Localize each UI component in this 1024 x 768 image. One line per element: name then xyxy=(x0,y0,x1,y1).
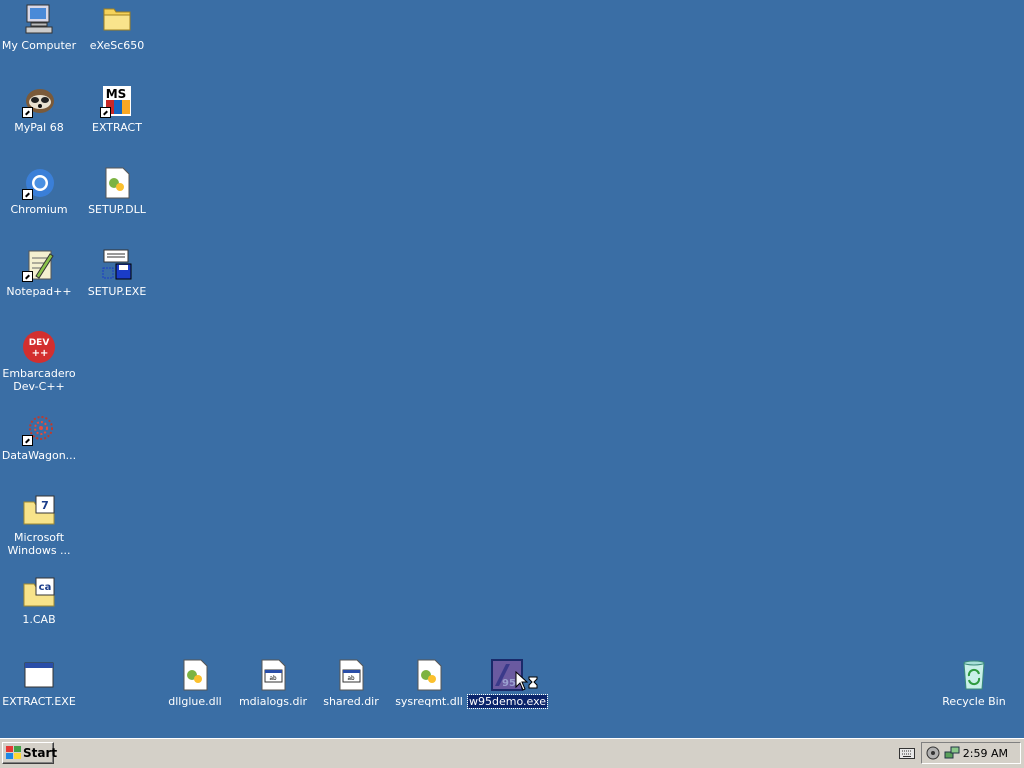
desktop-icon-label: Notepad++ xyxy=(6,285,72,298)
dll-file-icon xyxy=(100,166,134,200)
desktop-icon-dllglue[interactable]: dllglue.dll xyxy=(156,658,234,708)
dir-file-icon: ab xyxy=(256,658,290,692)
desktop-icon-microsoft-windows[interactable]: 7 Microsoft Windows ... xyxy=(0,494,78,557)
desktop-icon-sysreqmt[interactable]: sysreqmt.dll xyxy=(390,658,468,708)
dll-file-icon xyxy=(178,658,212,692)
busy-cursor-icon xyxy=(515,670,541,696)
keyboard-icon[interactable] xyxy=(899,748,915,762)
desktop-icon-setup-dll[interactable]: SETUP.DLL xyxy=(78,166,156,216)
desktop-icon-mypal[interactable]: MyPal 68 xyxy=(0,84,78,134)
datawagon-icon xyxy=(22,412,56,446)
desktop-icon-label: EXTRACT xyxy=(92,121,142,134)
exe-window-icon xyxy=(22,658,56,692)
svg-text:MS: MS xyxy=(106,87,127,101)
system-tray: 2:59 AM xyxy=(921,742,1021,764)
desktop-icon-my-computer[interactable]: My Computer xyxy=(0,2,78,52)
folder-icon xyxy=(100,2,134,36)
svg-text:95: 95 xyxy=(502,678,516,689)
desktop-icon-label: Embarcadero Dev-C++ xyxy=(2,367,76,393)
desktop-icon-1-cab[interactable]: ca 1.CAB xyxy=(0,576,78,626)
dev-cpp-icon: DEV ++ xyxy=(22,330,56,364)
shortcut-arrow-icon xyxy=(100,107,111,118)
extract-ms-icon: MS xyxy=(100,84,134,118)
desktop-icon-label: DataWagon... xyxy=(1,449,77,462)
desktop-icon-label: mdialogs.dir xyxy=(238,695,308,708)
windows-flag-icon xyxy=(6,746,21,766)
desktop-icon-label: shared.dir xyxy=(323,695,379,708)
mypal-icon xyxy=(22,84,56,118)
desktop-icon-datawagon[interactable]: DataWagon... xyxy=(0,412,78,462)
svg-text:ca: ca xyxy=(39,582,52,593)
zip-folder-icon: 7 xyxy=(22,494,56,528)
desktop-icon-label: MyPal 68 xyxy=(14,121,64,134)
desktop-icon-recycle-bin[interactable]: Recycle Bin xyxy=(935,658,1013,708)
desktop-icon-label: eXeSc650 xyxy=(89,39,145,52)
desktop-icon-dev-cpp[interactable]: DEV ++ Embarcadero Dev-C++ xyxy=(0,330,78,393)
desktop-icon-mdialogs[interactable]: ab mdialogs.dir xyxy=(234,658,312,708)
svg-text:ab: ab xyxy=(269,675,277,682)
clock: 2:59 AM xyxy=(962,747,1008,760)
desktop: My Computer MyPal 68 Chromium Notepad++ … xyxy=(0,0,1024,738)
start-button[interactable]: Start xyxy=(2,742,58,766)
my-computer-icon xyxy=(22,2,56,36)
taskbar: Start 2:59 AM xyxy=(0,738,1024,768)
desktop-icon-exesc650[interactable]: eXeSc650 xyxy=(78,2,156,52)
recycle-bin-icon xyxy=(957,658,991,692)
desktop-icon-label: Recycle Bin xyxy=(942,695,1006,708)
svg-text:ab: ab xyxy=(347,675,355,682)
desktop-icon-label: 1.CAB xyxy=(22,613,56,626)
desktop-icon-label: Microsoft Windows ... xyxy=(7,531,71,557)
desktop-icon-setup-exe[interactable]: SETUP.EXE xyxy=(78,248,156,298)
desktop-icon-label: SETUP.EXE xyxy=(87,285,147,298)
setup-exe-icon xyxy=(100,248,134,282)
network-icon[interactable] xyxy=(944,746,960,763)
volume-icon[interactable] xyxy=(926,746,940,763)
svg-text:7: 7 xyxy=(41,499,49,512)
chromium-icon xyxy=(22,166,56,200)
dll-file-icon xyxy=(412,658,446,692)
desktop-icon-label: sysreqmt.dll xyxy=(395,695,463,708)
desktop-icon-extract[interactable]: MS EXTRACT xyxy=(78,84,156,134)
svg-text:++: ++ xyxy=(32,348,49,359)
desktop-icon-label: w95demo.exe xyxy=(466,694,549,709)
desktop-icon-label: EXTRACT.EXE xyxy=(2,695,76,708)
desktop-icon-label: My Computer xyxy=(1,39,77,52)
dir-file-icon: ab xyxy=(334,658,368,692)
cab-folder-icon: ca xyxy=(22,576,56,610)
shortcut-arrow-icon xyxy=(22,435,33,446)
shortcut-arrow-icon xyxy=(22,107,33,118)
shortcut-arrow-icon xyxy=(22,271,33,282)
desktop-icon-shared[interactable]: ab shared.dir xyxy=(312,658,390,708)
desktop-icon-chromium[interactable]: Chromium xyxy=(0,166,78,216)
svg-text:DEV: DEV xyxy=(29,338,50,348)
desktop-icon-label: dllglue.dll xyxy=(168,695,222,708)
desktop-icon-notepad-plus-plus[interactable]: Notepad++ xyxy=(0,248,78,298)
desktop-icon-label: Chromium xyxy=(10,203,68,216)
start-label: Start xyxy=(23,746,58,760)
shortcut-arrow-icon xyxy=(22,189,33,200)
desktop-icon-label: SETUP.DLL xyxy=(88,203,146,216)
notepad-plus-plus-icon xyxy=(22,248,56,282)
desktop-icon-extract-exe[interactable]: EXTRACT.EXE xyxy=(0,658,78,708)
